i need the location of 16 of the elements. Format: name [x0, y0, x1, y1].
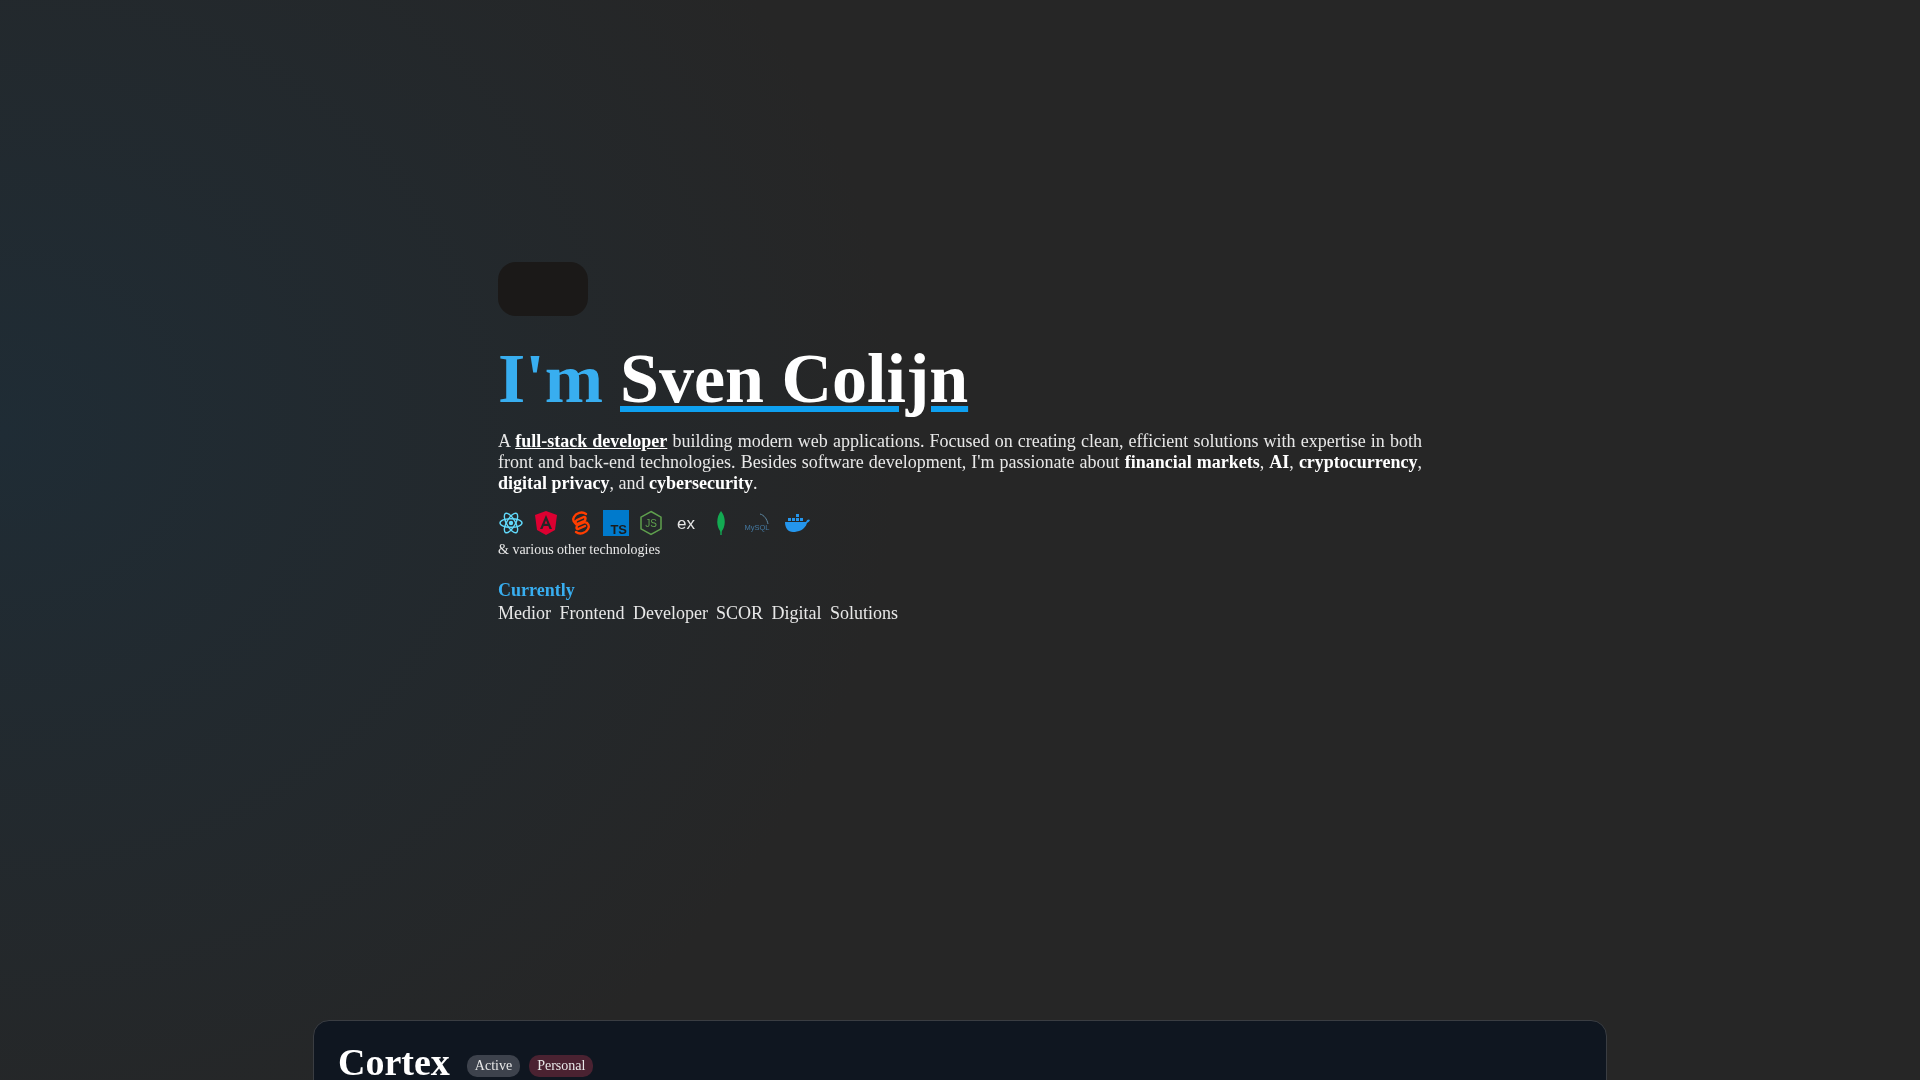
atom-icon: [498, 510, 524, 536]
company-name: SCOR Digital Solutions: [715, 603, 898, 624]
currently-heading: Currently: [498, 580, 576, 601]
full-stack-link[interactable]: full-stack developer: [515, 431, 668, 451]
technologies-note: & various other technologies: [498, 542, 662, 558]
intro-paragraph: A full-stack developer building modern web applications. Focused on creating clean, efficient solutions with expertise in both front and back-end technologies. Besides software development, I'm passionate about financial markets, AI, cryptocurrency, digital privacy, and cybersecurity.: [498, 431, 1422, 494]
status-tag: Personal: [529, 1055, 594, 1077]
hexagon-js-icon: JS: [638, 510, 664, 536]
ex-logo-icon: ex: [673, 510, 699, 536]
name-link[interactable]: Sven Colijn: [620, 340, 969, 417]
greeting-text: I'm: [498, 340, 603, 417]
project-title: Cortex: [338, 1043, 450, 1080]
status-tag: Active: [466, 1055, 521, 1077]
job-title: Medior Frontend Developer: [498, 603, 708, 624]
shield-a-icon: [533, 510, 559, 536]
ts-logo-icon: TS: [603, 510, 629, 536]
